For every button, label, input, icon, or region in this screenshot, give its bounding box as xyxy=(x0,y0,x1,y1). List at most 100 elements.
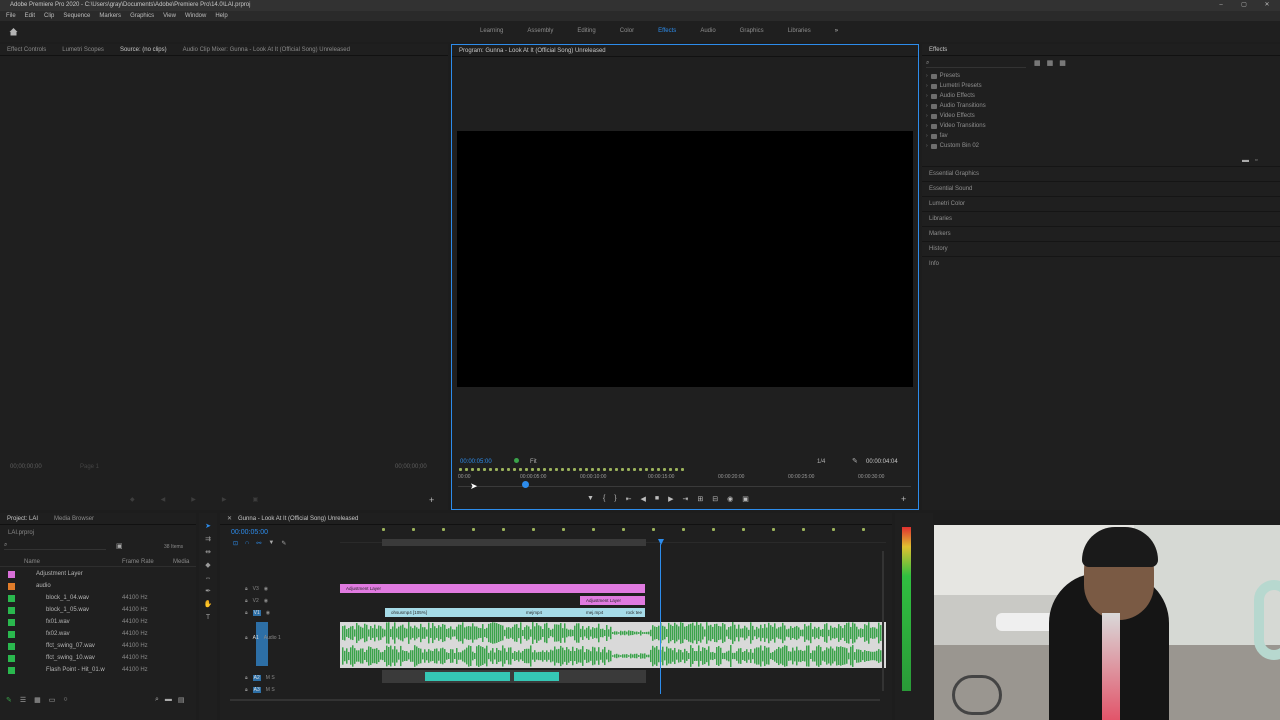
project-item[interactable]: ffct_swing_07.wav 44100 Hz xyxy=(8,640,188,652)
panel-libraries[interactable]: Libraries xyxy=(922,211,1280,226)
project-item[interactable]: block_1_04.wav 44100 Hz xyxy=(8,592,188,604)
effects-tree-item[interactable]: › Presets xyxy=(926,71,1046,81)
timeline-playhead-line[interactable] xyxy=(660,544,661,694)
marker[interactable] xyxy=(681,468,684,471)
marker[interactable] xyxy=(639,468,642,471)
maximize-button[interactable]: ▢ xyxy=(1233,0,1255,11)
marker[interactable] xyxy=(622,528,625,531)
marker[interactable] xyxy=(549,468,552,471)
marker[interactable] xyxy=(532,528,535,531)
program-fit-select[interactable]: Fit xyxy=(530,459,537,465)
source-mark-in-icon[interactable]: ◆ xyxy=(130,496,135,503)
panel-essential-graphics[interactable]: Essential Graphics xyxy=(922,166,1280,181)
step-forward-icon[interactable]: ▶ xyxy=(668,495,673,504)
marker[interactable] xyxy=(645,468,648,471)
program-video-frame[interactable] xyxy=(457,131,913,387)
panel-essential-sound[interactable]: Essential Sound xyxy=(922,181,1280,196)
menu-edit[interactable]: Edit xyxy=(25,11,35,21)
timeline-vertical-scrollbar[interactable] xyxy=(882,551,884,691)
effects-tree-item[interactable]: › Lumetri Presets xyxy=(926,81,1046,91)
workspace-tab-effects[interactable]: Effects xyxy=(646,21,688,42)
panel-info[interactable]: Info xyxy=(922,256,1280,271)
timeline-marker-strip[interactable] xyxy=(382,528,882,533)
new-bin-icon[interactable]: ▬ xyxy=(165,696,172,704)
new-bin-from-search-icon[interactable]: ▣ xyxy=(116,542,123,550)
marker[interactable] xyxy=(382,528,385,531)
marker[interactable] xyxy=(412,528,415,531)
freeform-view-icon[interactable]: ▭ xyxy=(49,696,56,704)
clip-video-v1d[interactable]: rock tee xyxy=(620,608,645,617)
pen-tool-icon[interactable]: ✒ xyxy=(203,587,213,597)
marker[interactable] xyxy=(585,468,588,471)
go-to-out-icon[interactable]: ⇥ xyxy=(683,495,689,504)
close-tab-icon[interactable]: ✕ xyxy=(227,513,232,524)
marker[interactable] xyxy=(513,468,516,471)
mark-out-icon[interactable]: } xyxy=(614,495,616,504)
type-tool-icon[interactable]: T xyxy=(203,613,213,623)
menu-file[interactable]: File xyxy=(6,11,16,21)
program-timecode[interactable]: 00:00:05:00 xyxy=(460,459,492,465)
column-media[interactable]: Media xyxy=(173,557,189,567)
marker[interactable] xyxy=(591,468,594,471)
close-button[interactable]: ✕ xyxy=(1256,0,1278,11)
marker[interactable] xyxy=(675,468,678,471)
workspace-tab-assembly[interactable]: Assembly xyxy=(515,21,565,42)
marker[interactable] xyxy=(802,528,805,531)
icon-view-icon[interactable]: ▦ xyxy=(34,696,41,704)
project-search-input[interactable]: ⌕ xyxy=(4,542,106,550)
marker[interactable] xyxy=(862,528,865,531)
project-item[interactable]: Flash Point - Hit_01.w 44100 Hz xyxy=(8,664,188,676)
go-to-in-icon[interactable]: ⇤ xyxy=(626,495,632,504)
marker[interactable] xyxy=(627,468,630,471)
workspace-tab-libraries[interactable]: Libraries xyxy=(776,21,823,42)
stop-icon[interactable]: ■ xyxy=(655,495,659,504)
marker[interactable] xyxy=(489,468,492,471)
project-item[interactable]: ffct_swing_10.wav 44100 Hz xyxy=(8,652,188,664)
new-item-icon[interactable]: ▤ xyxy=(178,696,185,704)
project-item[interactable]: fx02.wav 44100 Hz xyxy=(8,628,188,640)
marker[interactable] xyxy=(483,468,486,471)
marker[interactable] xyxy=(555,468,558,471)
tab-lumetri-scopes[interactable]: Lumetri Scopes xyxy=(62,44,104,55)
marker[interactable] xyxy=(633,468,636,471)
menu-view[interactable]: View xyxy=(163,11,176,21)
panel-history[interactable]: History xyxy=(922,241,1280,256)
tab-audio-clip-mixer[interactable]: Audio Clip Mixer: Gunna - Look At It (Of… xyxy=(183,44,350,55)
menu-sequence[interactable]: Sequence xyxy=(63,11,90,21)
32bit-effects-icon[interactable]: ▦ xyxy=(1047,59,1054,67)
marker[interactable] xyxy=(567,468,570,471)
wrench-icon[interactable]: ✎ xyxy=(852,457,858,465)
effects-tree-item[interactable]: › Video Transitions xyxy=(926,121,1046,131)
tab-source[interactable]: Source: (no clips) xyxy=(120,44,167,55)
workspace-tab-graphics[interactable]: Graphics xyxy=(728,21,776,42)
panel-markers[interactable]: Markers xyxy=(922,226,1280,241)
marker[interactable] xyxy=(501,468,504,471)
marker[interactable] xyxy=(465,468,468,471)
minimize-button[interactable]: – xyxy=(1210,0,1232,11)
sequence-tab[interactable]: Gunna - Look At It (Official Song) Unrel… xyxy=(238,513,358,524)
extract-icon[interactable]: ⊟ xyxy=(712,495,718,504)
lift-icon[interactable]: ⊞ xyxy=(697,495,703,504)
project-item[interactable]: block_1_05.wav 44100 Hz xyxy=(8,604,188,616)
marker[interactable] xyxy=(519,468,522,471)
source-play-icon[interactable]: ▶ xyxy=(191,496,196,503)
work-area-bar[interactable] xyxy=(382,539,646,546)
track-select-tool-icon[interactable]: ⇉ xyxy=(203,535,213,545)
clip-video-v1c[interactable]: mej.mp4 xyxy=(580,608,620,617)
timeline-timecode[interactable]: 00:00:05:00 xyxy=(231,529,268,536)
clip-audio-a1-waveform[interactable] xyxy=(340,622,886,668)
marker[interactable] xyxy=(615,468,618,471)
marker[interactable] xyxy=(772,528,775,531)
project-item[interactable]: audio xyxy=(8,580,188,592)
project-item[interactable]: Adjustment Layer xyxy=(8,568,188,580)
project-item[interactable]: fx01.wav 44100 Hz xyxy=(8,616,188,628)
menu-graphics[interactable]: Graphics xyxy=(130,11,154,21)
source-step-forward-icon[interactable]: ▶ xyxy=(222,496,227,503)
program-playhead[interactable] xyxy=(522,481,529,488)
marker[interactable] xyxy=(507,468,510,471)
track-target-a1[interactable] xyxy=(256,622,268,666)
slip-tool-icon[interactable]: ⇔ xyxy=(203,574,213,584)
effects-panel-title[interactable]: Effects xyxy=(929,44,947,55)
workspace-tab-color[interactable]: Color xyxy=(608,21,646,42)
marker[interactable] xyxy=(832,528,835,531)
